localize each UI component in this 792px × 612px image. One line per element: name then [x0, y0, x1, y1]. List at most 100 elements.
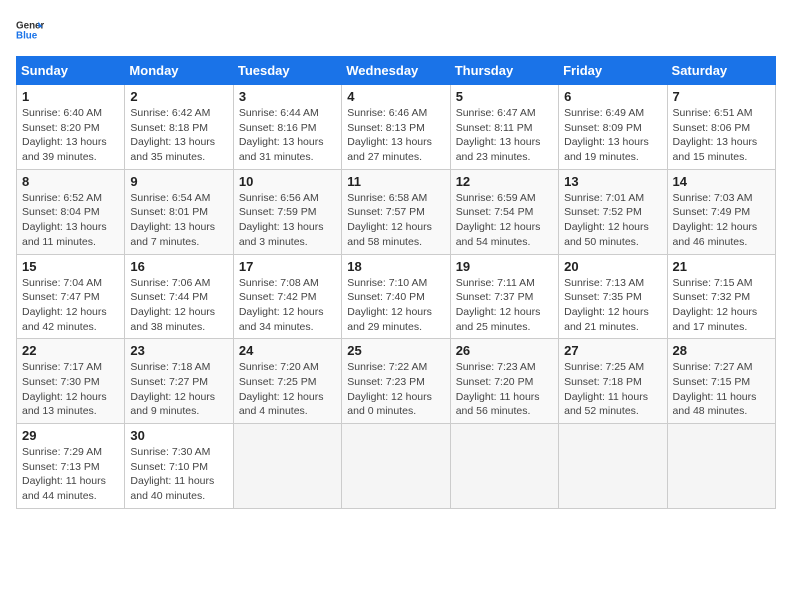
- day-info: Sunrise: 7:22 AMSunset: 7:23 PMDaylight:…: [347, 360, 444, 419]
- calendar-week-row: 8 Sunrise: 6:52 AMSunset: 8:04 PMDayligh…: [17, 169, 776, 254]
- calendar-weekday-header: Sunday: [17, 57, 125, 85]
- day-info: Sunrise: 6:46 AMSunset: 8:13 PMDaylight:…: [347, 106, 444, 165]
- calendar-day-cell: 6 Sunrise: 6:49 AMSunset: 8:09 PMDayligh…: [559, 85, 667, 170]
- calendar-day-cell: 30 Sunrise: 7:30 AMSunset: 7:10 PMDaylig…: [125, 424, 233, 509]
- day-info: Sunrise: 7:27 AMSunset: 7:15 PMDaylight:…: [673, 360, 770, 419]
- calendar-day-cell: 29 Sunrise: 7:29 AMSunset: 7:13 PMDaylig…: [17, 424, 125, 509]
- day-number: 8: [22, 174, 119, 189]
- day-info: Sunrise: 7:20 AMSunset: 7:25 PMDaylight:…: [239, 360, 336, 419]
- day-info: Sunrise: 7:06 AMSunset: 7:44 PMDaylight:…: [130, 276, 227, 335]
- day-number: 20: [564, 259, 661, 274]
- calendar-header-row: SundayMondayTuesdayWednesdayThursdayFrid…: [17, 57, 776, 85]
- calendar-day-cell: [667, 424, 775, 509]
- calendar-day-cell: 18 Sunrise: 7:10 AMSunset: 7:40 PMDaylig…: [342, 254, 450, 339]
- day-info: Sunrise: 6:49 AMSunset: 8:09 PMDaylight:…: [564, 106, 661, 165]
- calendar-week-row: 15 Sunrise: 7:04 AMSunset: 7:47 PMDaylig…: [17, 254, 776, 339]
- calendar-day-cell: 23 Sunrise: 7:18 AMSunset: 7:27 PMDaylig…: [125, 339, 233, 424]
- calendar-day-cell: 17 Sunrise: 7:08 AMSunset: 7:42 PMDaylig…: [233, 254, 341, 339]
- calendar-day-cell: 10 Sunrise: 6:56 AMSunset: 7:59 PMDaylig…: [233, 169, 341, 254]
- day-number: 18: [347, 259, 444, 274]
- day-info: Sunrise: 6:52 AMSunset: 8:04 PMDaylight:…: [22, 191, 119, 250]
- day-number: 6: [564, 89, 661, 104]
- day-info: Sunrise: 6:51 AMSunset: 8:06 PMDaylight:…: [673, 106, 770, 165]
- day-number: 30: [130, 428, 227, 443]
- day-info: Sunrise: 6:42 AMSunset: 8:18 PMDaylight:…: [130, 106, 227, 165]
- calendar-day-cell: 28 Sunrise: 7:27 AMSunset: 7:15 PMDaylig…: [667, 339, 775, 424]
- day-info: Sunrise: 6:40 AMSunset: 8:20 PMDaylight:…: [22, 106, 119, 165]
- day-number: 22: [22, 343, 119, 358]
- day-info: Sunrise: 7:15 AMSunset: 7:32 PMDaylight:…: [673, 276, 770, 335]
- day-info: Sunrise: 7:13 AMSunset: 7:35 PMDaylight:…: [564, 276, 661, 335]
- day-number: 2: [130, 89, 227, 104]
- day-info: Sunrise: 7:08 AMSunset: 7:42 PMDaylight:…: [239, 276, 336, 335]
- calendar-day-cell: 4 Sunrise: 6:46 AMSunset: 8:13 PMDayligh…: [342, 85, 450, 170]
- svg-text:Blue: Blue: [16, 30, 38, 41]
- calendar-day-cell: 22 Sunrise: 7:17 AMSunset: 7:30 PMDaylig…: [17, 339, 125, 424]
- calendar-day-cell: 14 Sunrise: 7:03 AMSunset: 7:49 PMDaylig…: [667, 169, 775, 254]
- calendar-day-cell: [233, 424, 341, 509]
- day-info: Sunrise: 7:10 AMSunset: 7:40 PMDaylight:…: [347, 276, 444, 335]
- day-number: 29: [22, 428, 119, 443]
- day-info: Sunrise: 7:18 AMSunset: 7:27 PMDaylight:…: [130, 360, 227, 419]
- calendar-day-cell: 19 Sunrise: 7:11 AMSunset: 7:37 PMDaylig…: [450, 254, 558, 339]
- calendar-week-row: 22 Sunrise: 7:17 AMSunset: 7:30 PMDaylig…: [17, 339, 776, 424]
- calendar-table: SundayMondayTuesdayWednesdayThursdayFrid…: [16, 56, 776, 509]
- day-number: 28: [673, 343, 770, 358]
- day-info: Sunrise: 6:56 AMSunset: 7:59 PMDaylight:…: [239, 191, 336, 250]
- day-number: 11: [347, 174, 444, 189]
- day-number: 1: [22, 89, 119, 104]
- day-number: 15: [22, 259, 119, 274]
- day-number: 16: [130, 259, 227, 274]
- day-info: Sunrise: 7:01 AMSunset: 7:52 PMDaylight:…: [564, 191, 661, 250]
- calendar-weekday-header: Wednesday: [342, 57, 450, 85]
- logo: General Blue: [16, 16, 44, 44]
- calendar-weekday-header: Monday: [125, 57, 233, 85]
- day-number: 13: [564, 174, 661, 189]
- calendar-weekday-header: Friday: [559, 57, 667, 85]
- calendar-day-cell: 24 Sunrise: 7:20 AMSunset: 7:25 PMDaylig…: [233, 339, 341, 424]
- calendar-weekday-header: Tuesday: [233, 57, 341, 85]
- calendar-day-cell: 7 Sunrise: 6:51 AMSunset: 8:06 PMDayligh…: [667, 85, 775, 170]
- logo-icon: General Blue: [16, 16, 44, 44]
- calendar-weekday-header: Saturday: [667, 57, 775, 85]
- page-header: General Blue: [16, 16, 776, 44]
- day-info: Sunrise: 6:58 AMSunset: 7:57 PMDaylight:…: [347, 191, 444, 250]
- calendar-day-cell: 16 Sunrise: 7:06 AMSunset: 7:44 PMDaylig…: [125, 254, 233, 339]
- day-number: 9: [130, 174, 227, 189]
- day-info: Sunrise: 6:44 AMSunset: 8:16 PMDaylight:…: [239, 106, 336, 165]
- day-number: 19: [456, 259, 553, 274]
- day-number: 5: [456, 89, 553, 104]
- calendar-day-cell: 20 Sunrise: 7:13 AMSunset: 7:35 PMDaylig…: [559, 254, 667, 339]
- calendar-day-cell: 9 Sunrise: 6:54 AMSunset: 8:01 PMDayligh…: [125, 169, 233, 254]
- day-info: Sunrise: 7:23 AMSunset: 7:20 PMDaylight:…: [456, 360, 553, 419]
- day-info: Sunrise: 7:17 AMSunset: 7:30 PMDaylight:…: [22, 360, 119, 419]
- calendar-day-cell: [342, 424, 450, 509]
- calendar-week-row: 1 Sunrise: 6:40 AMSunset: 8:20 PMDayligh…: [17, 85, 776, 170]
- day-number: 27: [564, 343, 661, 358]
- calendar-day-cell: [450, 424, 558, 509]
- day-number: 7: [673, 89, 770, 104]
- day-number: 21: [673, 259, 770, 274]
- day-number: 23: [130, 343, 227, 358]
- day-number: 3: [239, 89, 336, 104]
- day-info: Sunrise: 6:54 AMSunset: 8:01 PMDaylight:…: [130, 191, 227, 250]
- calendar-day-cell: 11 Sunrise: 6:58 AMSunset: 7:57 PMDaylig…: [342, 169, 450, 254]
- calendar-day-cell: 1 Sunrise: 6:40 AMSunset: 8:20 PMDayligh…: [17, 85, 125, 170]
- day-info: Sunrise: 7:04 AMSunset: 7:47 PMDaylight:…: [22, 276, 119, 335]
- day-number: 17: [239, 259, 336, 274]
- calendar-day-cell: 21 Sunrise: 7:15 AMSunset: 7:32 PMDaylig…: [667, 254, 775, 339]
- calendar-day-cell: 5 Sunrise: 6:47 AMSunset: 8:11 PMDayligh…: [450, 85, 558, 170]
- calendar-day-cell: 2 Sunrise: 6:42 AMSunset: 8:18 PMDayligh…: [125, 85, 233, 170]
- calendar-day-cell: 13 Sunrise: 7:01 AMSunset: 7:52 PMDaylig…: [559, 169, 667, 254]
- calendar-day-cell: 26 Sunrise: 7:23 AMSunset: 7:20 PMDaylig…: [450, 339, 558, 424]
- day-info: Sunrise: 7:25 AMSunset: 7:18 PMDaylight:…: [564, 360, 661, 419]
- calendar-day-cell: 27 Sunrise: 7:25 AMSunset: 7:18 PMDaylig…: [559, 339, 667, 424]
- day-number: 14: [673, 174, 770, 189]
- calendar-day-cell: 8 Sunrise: 6:52 AMSunset: 8:04 PMDayligh…: [17, 169, 125, 254]
- calendar-day-cell: 15 Sunrise: 7:04 AMSunset: 7:47 PMDaylig…: [17, 254, 125, 339]
- calendar-weekday-header: Thursday: [450, 57, 558, 85]
- calendar-week-row: 29 Sunrise: 7:29 AMSunset: 7:13 PMDaylig…: [17, 424, 776, 509]
- day-number: 4: [347, 89, 444, 104]
- day-number: 10: [239, 174, 336, 189]
- calendar-day-cell: 25 Sunrise: 7:22 AMSunset: 7:23 PMDaylig…: [342, 339, 450, 424]
